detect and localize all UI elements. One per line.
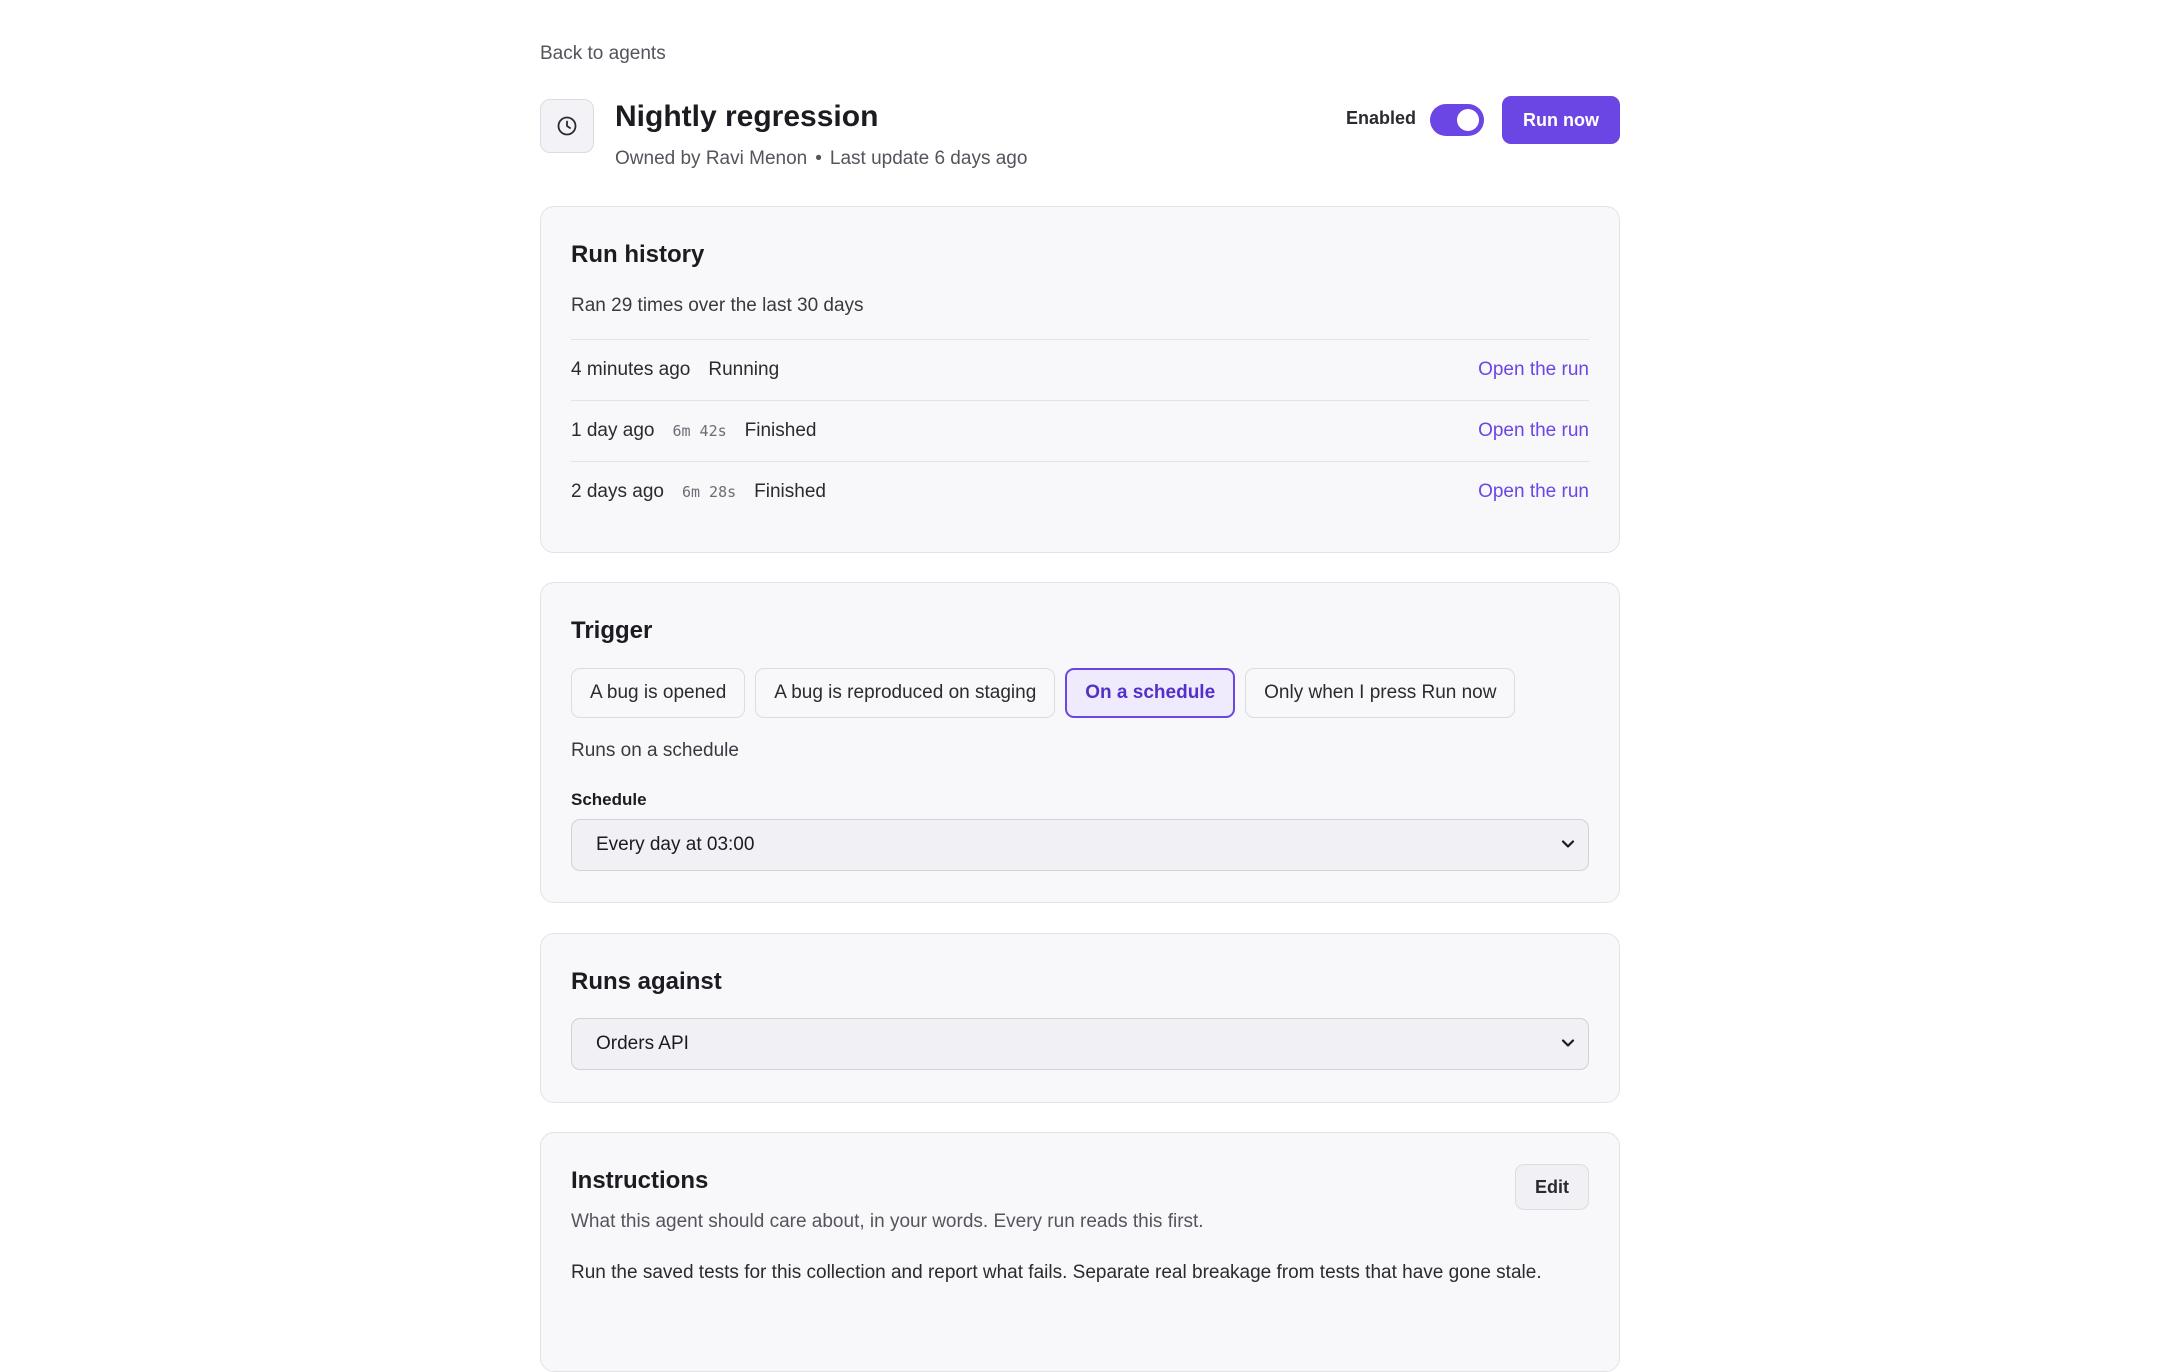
run-history-card: Run history Ran 29 times over the last 3… [540, 206, 1620, 553]
trigger-option-schedule[interactable]: On a schedule [1065, 668, 1236, 718]
trigger-option-bug-opened[interactable]: A bug is opened [571, 668, 746, 718]
run-time: 4 minutes ago [571, 359, 691, 380]
run-time: 1 day ago [571, 420, 655, 441]
last-update-text: Last update 6 days ago [829, 148, 1028, 169]
agent-header: Nightly regression Owned by Ravi Menon • L… [540, 96, 1620, 176]
run-row: 2 days ago 6m 28s Finished Open the run [571, 461, 1589, 522]
trigger-title: Trigger [571, 617, 653, 644]
schedule-select[interactable]: Every day at 03:00 [571, 819, 1589, 871]
chevron-down-icon [1561, 840, 1575, 848]
runs-against-select[interactable]: Orders API [571, 1018, 1589, 1070]
run-row: 4 minutes ago Running Open the run [571, 339, 1589, 400]
instructions-body: Run the saved tests for this collection … [571, 1262, 1542, 1283]
instructions-hint: What this agent should care about, in yo… [571, 1211, 1204, 1232]
trigger-card: Trigger A bug is opened A bug is reprodu… [540, 582, 1620, 903]
run-duration: 6m 42s [672, 422, 727, 440]
trigger-description: Runs on a schedule [571, 740, 739, 761]
trigger-option-manual[interactable]: Only when I press Run now [1245, 668, 1516, 718]
enabled-label: Enabled [1346, 108, 1417, 128]
open-run-link[interactable]: Open the run [1478, 420, 1589, 442]
instructions-card: Instructions Edit What this agent should… [540, 1132, 1620, 1372]
run-duration: 6m 28s [681, 483, 737, 501]
meta-separator: • [815, 148, 822, 169]
runs-against-title: Runs against [571, 968, 722, 995]
enabled-toggle[interactable] [1430, 104, 1484, 136]
run-time: 2 days ago [571, 481, 664, 502]
runs-against-card: Runs against Orders API [540, 933, 1620, 1103]
schedule-label: Schedule [571, 790, 647, 809]
owner-text: Owned by Ravi Menon [615, 148, 808, 169]
run-now-button[interactable]: Run now [1502, 96, 1620, 144]
edit-instructions-button[interactable]: Edit [1515, 1164, 1589, 1210]
trigger-options: A bug is opened A bug is reproduced on s… [571, 668, 1525, 718]
run-status: Finished [754, 481, 826, 502]
page-title: Nightly regression [615, 100, 879, 133]
schedule-value: Every day at 03:00 [596, 834, 755, 855]
open-run-link[interactable]: Open the run [1478, 359, 1589, 381]
toggle-knob [1457, 109, 1479, 131]
run-row: 1 day ago 6m 42s Finished Open the run [571, 400, 1589, 461]
back-to-agents-link[interactable]: Back to agents [540, 43, 666, 65]
run-status: Finished [744, 420, 817, 441]
chevron-down-icon [1561, 1039, 1575, 1047]
trigger-option-bug-reproduced[interactable]: A bug is reproduced on staging [755, 668, 1056, 718]
agent-meta: Owned by Ravi Menon • Last update 6 days a… [615, 148, 1027, 170]
runs-against-value: Orders API [596, 1033, 689, 1054]
instructions-title: Instructions [571, 1167, 709, 1194]
open-run-link[interactable]: Open the run [1478, 481, 1589, 503]
run-history-summary: Ran 29 times over the last 30 days [571, 295, 864, 316]
run-history-title: Run history [571, 241, 705, 268]
run-history-list: 4 minutes ago Running Open the run 1 day… [571, 339, 1589, 522]
clock-icon [540, 99, 594, 153]
run-status: Running [708, 359, 780, 380]
